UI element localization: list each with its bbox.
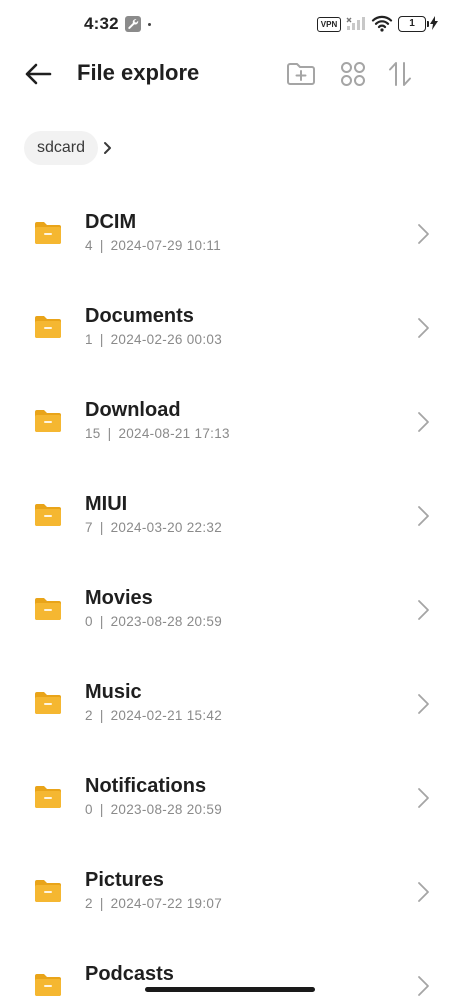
vpn-icon: VPN [317, 17, 341, 32]
chevron-right-icon [418, 412, 429, 432]
new-folder-button[interactable] [282, 56, 318, 92]
sort-button[interactable] [382, 56, 418, 92]
folder-modified-date: 2024-02-21 15:42 [110, 708, 223, 723]
folder-item-count: 0 [85, 614, 93, 629]
folder-icon [35, 880, 61, 902]
wifi-icon [371, 14, 393, 37]
folder-name: Pictures [85, 869, 164, 891]
folder-meta: 2 | 2024-07-22 19:07 [85, 896, 222, 911]
folder-meta: 0 | 2023-08-28 20:59 [85, 614, 222, 629]
cellular-signal-icon [346, 15, 366, 36]
battery-icon: 1 [398, 16, 429, 32]
file-explorer-screen: 4:32 VPN 1 File explore sdcard DCIM 4 | … [0, 0, 462, 1000]
meta-separator: | [99, 896, 104, 911]
folder-item-count: 1 [85, 332, 93, 347]
folder-name: Documents [85, 305, 194, 327]
meta-separator: | [99, 802, 104, 817]
meta-separator: | [99, 708, 104, 723]
chevron-right-icon [418, 694, 429, 714]
folder-modified-date: 2024-08-21 17:13 [118, 426, 230, 441]
arrow-left-icon [25, 63, 52, 85]
folder-item-count: 15 [85, 426, 101, 441]
folder-modified-date: 2024-03-20 22:32 [110, 520, 223, 535]
folder-icon [35, 974, 61, 996]
meta-separator: | [99, 238, 104, 253]
folder-meta: 15 | 2024-08-21 17:13 [85, 426, 230, 441]
folder-meta: 1 | 2024-02-26 00:03 [85, 332, 222, 347]
folder-item-count: 7 [85, 520, 93, 535]
chevron-right-icon [418, 506, 429, 526]
folder-meta: 2 | 2024-02-21 15:42 [85, 708, 222, 723]
grid-view-button[interactable] [335, 56, 371, 92]
folder-icon [35, 786, 61, 808]
chevron-right-icon [418, 976, 429, 996]
gesture-navigation-bar[interactable] [145, 987, 315, 992]
chevron-right-icon [418, 600, 429, 620]
folder-icon [35, 222, 61, 244]
folder-icon [35, 316, 61, 338]
chevron-right-icon [418, 224, 429, 244]
charging-bolt-icon [430, 16, 438, 35]
grid-view-icon [341, 62, 365, 86]
folder-meta: 4 | 2024-07-29 10:11 [85, 238, 221, 253]
folder-modified-date: 2024-07-22 19:07 [110, 896, 223, 911]
folder-name: MIUI [85, 493, 128, 515]
folder-item-count: 0 [85, 802, 93, 817]
folder-row-pictures[interactable]: Pictures 2 | 2024-07-22 19:07 [0, 844, 462, 938]
status-bar: 4:32 VPN 1 [0, 0, 462, 50]
sort-icon [389, 62, 411, 86]
folder-name: DCIM [85, 211, 137, 233]
folder-row-download[interactable]: Download 15 | 2024-08-21 17:13 [0, 374, 462, 468]
folder-modified-date: 2023-08-28 20:59 [110, 802, 223, 817]
breadcrumb: sdcard [24, 131, 114, 165]
folder-row-miui[interactable]: MIUI 7 | 2024-03-20 22:32 [0, 468, 462, 562]
folder-modified-date: 2024-02-26 00:03 [110, 332, 223, 347]
chevron-right-icon [418, 788, 429, 808]
folder-name: Movies [85, 587, 153, 609]
folder-icon [35, 504, 61, 526]
folder-icon [35, 410, 61, 432]
folder-item-count: 2 [85, 708, 93, 723]
wrench-icon [125, 16, 141, 32]
meta-separator: | [99, 332, 104, 347]
meta-separator: | [99, 614, 104, 629]
folder-row-notifications[interactable]: Notifications 0 | 2023-08-28 20:59 [0, 750, 462, 844]
folder-icon [35, 692, 61, 714]
back-button[interactable] [20, 56, 60, 92]
meta-separator: | [107, 426, 112, 441]
folder-name: Notifications [85, 775, 207, 797]
notification-dot-icon [148, 23, 151, 26]
folder-name: Download [85, 399, 181, 421]
folder-icon [35, 598, 61, 620]
folder-modified-date: 2024-07-29 10:11 [110, 238, 222, 253]
folder-name: Podcasts [85, 963, 174, 985]
breadcrumb-item-sdcard[interactable]: sdcard [24, 131, 99, 165]
chevron-right-icon [418, 318, 429, 338]
folder-meta: 0 | 2023-08-28 20:59 [85, 802, 222, 817]
folder-name: Music [85, 681, 142, 703]
folder-modified-date: 2023-08-28 20:59 [110, 614, 223, 629]
chevron-right-icon [104, 142, 112, 154]
folder-meta: 7 | 2024-03-20 22:32 [85, 520, 222, 535]
folder-item-count: 4 [85, 238, 93, 253]
chevron-right-icon [418, 882, 429, 902]
page-title: File explore [77, 60, 200, 85]
folder-row-documents[interactable]: Documents 1 | 2024-02-26 00:03 [0, 280, 462, 374]
folder-row-movies[interactable]: Movies 0 | 2023-08-28 20:59 [0, 562, 462, 656]
new-folder-icon [287, 63, 315, 85]
folder-item-count: 2 [85, 896, 93, 911]
folder-list: DCIM 4 | 2024-07-29 10:11 Documents 1 | 2024… [0, 186, 462, 1000]
folder-row-dcim[interactable]: DCIM 4 | 2024-07-29 10:11 [0, 186, 462, 280]
folder-row-music[interactable]: Music 2 | 2024-02-21 15:42 [0, 656, 462, 750]
meta-separator: | [99, 520, 104, 535]
status-time: 4:32 [84, 14, 119, 33]
